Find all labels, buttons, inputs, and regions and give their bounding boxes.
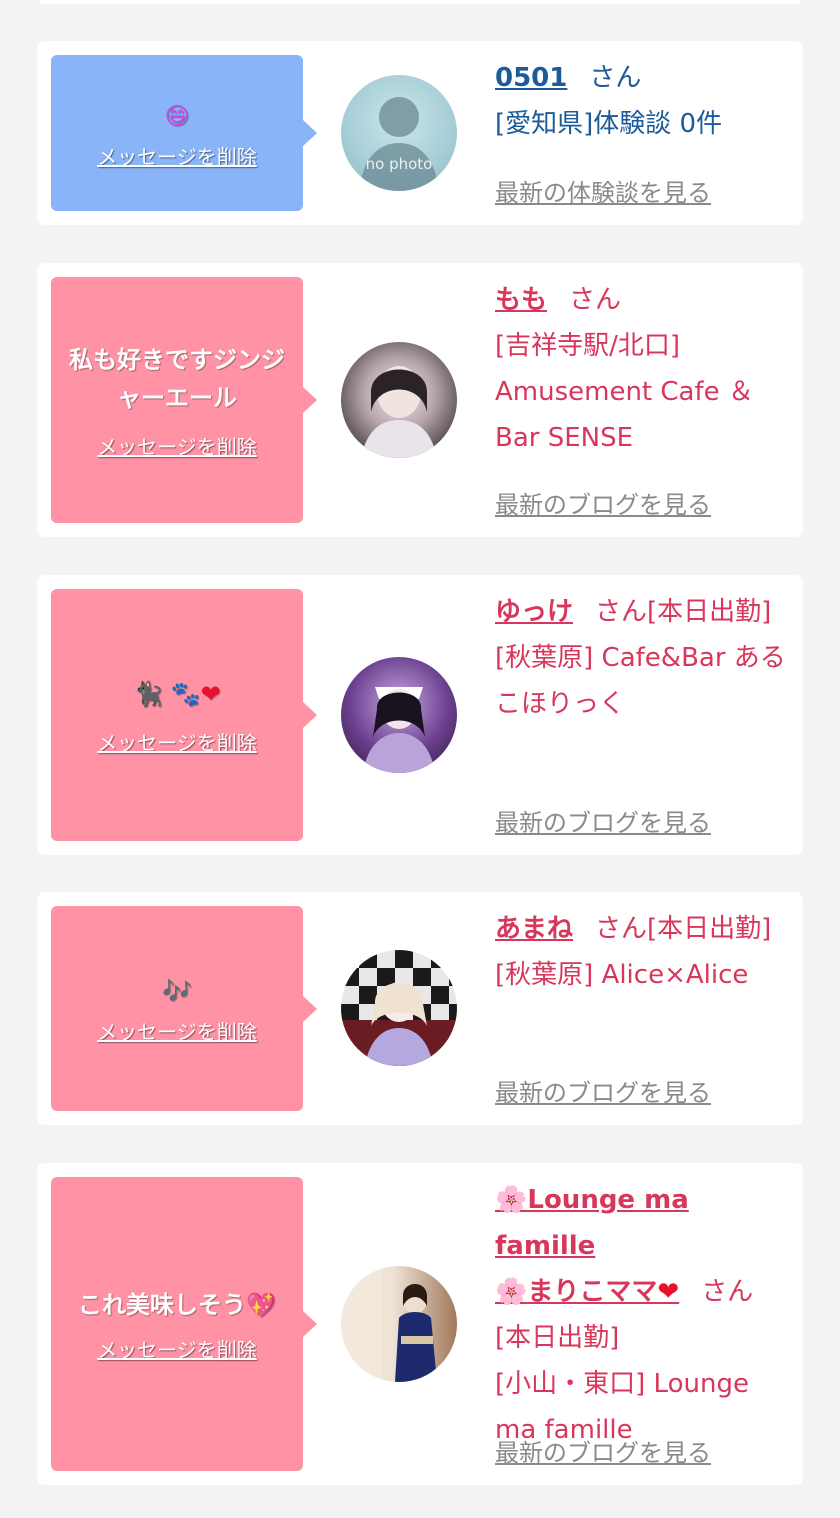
message-card: これ美味しそう💖 メッセージを削除 🌸Lounge ma famille 🌸まりこ… [37, 1163, 803, 1485]
message-bubble: 😄 メッセージを削除 [51, 55, 303, 211]
message-text: これ美味しそう💖 [64, 1286, 290, 1324]
cat-paw-emoji: 🐈‍⬛𝅙🐾 [133, 679, 201, 708]
avatar[interactable] [341, 1266, 457, 1382]
user-name-link[interactable]: 0501 [495, 63, 567, 93]
message-card: 私も好きですジンジャーエール メッセージを削除 もも さん [吉祥寺駅/北口] A… [37, 263, 803, 537]
delete-message-link[interactable]: メッセージを削除 [97, 431, 257, 460]
honorific: さん[本日出勤] [595, 597, 772, 627]
user-name-line2: まりこママ [527, 1277, 658, 1307]
message-bubble: 私も好きですジンジャーエール メッセージを削除 [51, 277, 303, 523]
message-bubble: 🎶 メッセージを削除 [51, 906, 303, 1111]
profile-photo [341, 982, 457, 1066]
honorific: さん[本日出勤] [595, 914, 772, 944]
sparkling-heart-icon: 💖 [246, 1290, 276, 1319]
delete-message-link[interactable]: メッセージを削除 [97, 1016, 257, 1045]
avatar[interactable] [341, 342, 457, 458]
message-bubble: 🐈‍⬛𝅙🐾❤ メッセージを削除 [51, 589, 303, 841]
user-name-link[interactable]: もも [495, 285, 547, 315]
heart-icon: ❤ [200, 679, 221, 708]
user-detail: [秋葉原] Cafe&Bar あるこほりっく [495, 643, 786, 719]
latest-blog-link[interactable]: 最新のブログを見る [495, 485, 711, 520]
honorific: さん [569, 285, 622, 315]
profile-photo [341, 1266, 437, 1382]
user-info: もも さん [吉祥寺駅/北口] Amusement Cafe ＆Bar SENSE [495, 277, 789, 461]
flower-icon: 🌸 [495, 1277, 528, 1307]
profile-photo [363, 687, 435, 773]
flower-icon: 🌸 [495, 1185, 528, 1215]
user-name-link[interactable]: ゆっけ [495, 597, 573, 627]
message-card: 🐈‍⬛𝅙🐾❤ メッセージを削除 ゆっけ さん[本日出勤] [秋葉原] Cafe&B… [37, 575, 803, 855]
honorific: さん [589, 63, 642, 93]
message-bubble: これ美味しそう💖 メッセージを削除 [51, 1177, 303, 1471]
message-text: 私も好きですジンジャーエール [69, 345, 285, 412]
user-info: ゆっけ さん[本日出勤] [秋葉原] Cafe&Bar あるこほりっく [495, 589, 789, 727]
user-info: 🌸Lounge ma famille 🌸まりこママ❤ さん[本日出勤] [小山・東口… [495, 1177, 789, 1453]
avatar[interactable]: no photo [341, 75, 457, 191]
avatar[interactable] [341, 950, 457, 1066]
message-text: 🎶 [162, 977, 192, 1005]
latest-blog-link[interactable]: 最新のブログを見る [495, 1433, 711, 1468]
delete-message-link[interactable]: メッセージを削除 [97, 727, 257, 756]
user-name-link[interactable]: あまね [495, 914, 573, 944]
heart-icon: ❤ [657, 1277, 680, 1307]
user-info: 0501 さん [愛知県]体験談 0件 [495, 55, 789, 147]
message-text: 😄 [164, 101, 190, 130]
user-info: あまね さん[本日出勤] [秋葉原] Alice×Alice [495, 906, 789, 998]
latest-blog-link[interactable]: 最新のブログを見る [495, 803, 711, 838]
user-detail: [秋葉原] Alice×Alice [495, 960, 749, 990]
latest-blog-link[interactable]: 最新のブログを見る [495, 1073, 711, 1108]
message-text: 🐈‍⬛𝅙🐾❤ [119, 675, 234, 713]
user-detail: [吉祥寺駅/北口] Amusement Cafe ＆Bar SENSE [495, 331, 754, 453]
delete-message-link[interactable]: メッセージを削除 [97, 141, 257, 170]
profile-photo [361, 366, 437, 458]
user-detail: [愛知県]体験談 0件 [495, 109, 723, 139]
delete-message-link[interactable]: メッセージを削除 [97, 1334, 257, 1363]
previous-card-edge [37, 0, 803, 4]
latest-report-link[interactable]: 最新の体験談を見る [495, 173, 711, 208]
silhouette-icon [359, 97, 439, 191]
message-text-body: これ美味しそう [78, 1290, 247, 1319]
no-photo-label: no photo [365, 155, 433, 173]
avatar[interactable] [341, 657, 457, 773]
user-name-link[interactable]: 🌸Lounge ma famille 🌸まりこママ❤ [495, 1185, 689, 1307]
message-card: 🎶 メッセージを削除 あまね さん[本日出勤] [秋葉原] Alice×Alice… [37, 892, 803, 1125]
message-card: 😄 メッセージを削除 no photo 0501 さん [愛知県]体験談 0件 最… [37, 41, 803, 225]
